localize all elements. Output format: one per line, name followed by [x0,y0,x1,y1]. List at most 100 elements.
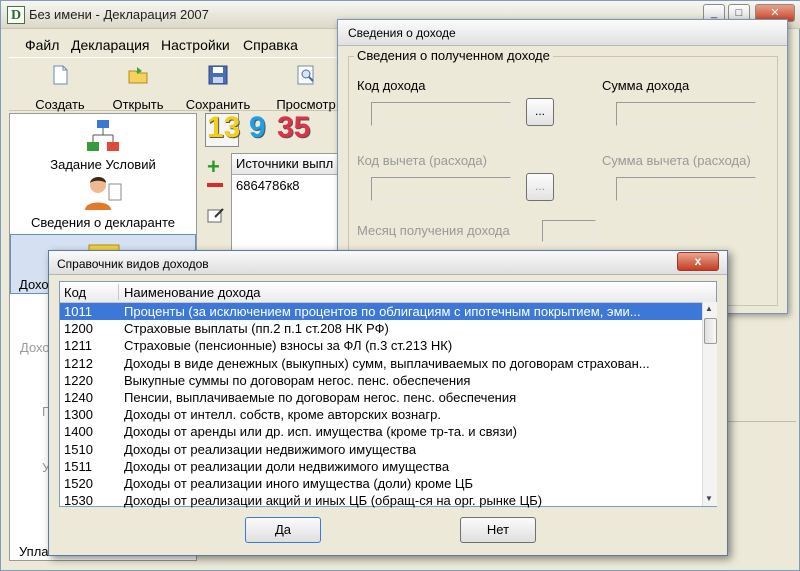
list-item[interactable]: 1530 Доходы от реализации акций и иных ЦБ… [60,492,702,509]
payment-label: Упла [19,544,49,559]
conditions-tree-icon [87,120,119,151]
person-icon [85,177,122,210]
new-document-icon [53,65,68,85]
list-item[interactable]: 1240 Пенсии, выплачиваемые по договорам н… [60,389,702,406]
close-icon[interactable]: x [677,252,719,271]
add-icon[interactable]: + [207,156,220,178]
nav-item-declarant[interactable]: Сведения о декларанте [10,174,196,230]
income-sum-label: Сумма дохода [602,78,690,93]
no-button[interactable]: Нет [460,517,536,543]
income-types-list: Код Наименование дохода 1011 Проценты (за… [59,281,717,509]
income-name: Проценты (за исключением процентов по об… [124,304,641,319]
sources-grid: Источники выпл 6864786к8 [231,153,349,253]
scroll-up-icon[interactable]: ▲ [705,304,713,313]
income-code-browse-button[interactable]: ... [526,98,554,126]
income-code: 1011 [64,304,92,319]
nav-item-conditions[interactable]: Задание Условий [10,118,196,172]
income-group-title: Сведения о полученном доходе [354,48,553,63]
nav-label-declarant: Сведения о декларанте [31,215,175,230]
income-name: Страховые (пенсионные) взносы за ФЛ (п.3… [124,338,453,354]
income-code: 1212 [64,355,93,371]
remove-icon[interactable] [207,183,223,187]
floppy-disk-icon [208,65,228,85]
month-label: Месяц получения дохода [357,223,510,238]
col-code-header[interactable]: Код [64,285,86,300]
rate-35[interactable]: 35 [277,111,310,145]
app-icon: D [7,6,25,24]
deduction-sum-field[interactable] [616,177,756,201]
list-scrollbar[interactable]: ▲ ▼ [702,302,717,506]
grid-actions: + [205,156,227,247]
list-item[interactable]: 1520 Доходы от реализации иного имущества… [60,475,702,492]
list-item[interactable]: 1220 Выкупные суммы по договорам негос. п… [60,372,702,389]
sources-cell[interactable]: 6864786к8 [236,178,300,193]
month-field[interactable] [542,220,596,242]
income-name: Пенсии, выплачиваемые по договорам негос… [124,390,517,405]
nav-label-income: Дохо [19,277,49,292]
rate-9[interactable]: 9 [249,111,266,145]
list-item[interactable]: 1200 Страховые выплаты (пп.2 п.1 ст.208 Н… [60,320,702,337]
open-label: Открыть [112,97,164,112]
edit-icon[interactable] [207,207,225,223]
preview-icon [297,65,314,85]
income-code: 1520 [64,476,93,491]
menu-settings[interactable]: Настройки [161,37,230,53]
income-name: Доходы от реализации доли недвижимого им… [124,458,450,474]
income-code-field[interactable] [371,102,511,126]
list-item[interactable]: 1511 Доходы от реализации доли недвижимог… [60,458,702,475]
income-dialog-title: Сведения о доходе [348,26,456,40]
toolbar: Создать Открыть Сохранить Просмотр [9,57,344,112]
income-code-label: Код дохода [357,78,426,93]
yes-button[interactable]: Да [245,517,321,543]
save-button[interactable]: Сохранить [183,64,253,112]
save-label: Сохранить [185,97,251,112]
list-item[interactable]: 1300 Доходы от интелл. собств, кроме авто… [60,406,702,423]
list-header: Код Наименование дохода [60,282,716,303]
nav-fragment-income: Дохо [20,340,50,355]
window-title: Без имени - Декларация 2007 [29,7,209,22]
list-item[interactable]: 1510 Доходы от реализации недвижимого иму… [60,441,702,458]
deduction-code-field[interactable] [371,177,511,201]
list-item[interactable]: 1211 Страховые (пенсионные) взносы за ФЛ … [60,337,702,354]
deduction-code-label: Код вычета (расхода) [357,153,487,168]
col-name-header[interactable]: Наименование дохода [124,285,261,300]
list-item[interactable]: 1011 Проценты (за исключением процентов п… [60,303,702,320]
ref-dialog-titlebar: Справочник видов доходов x [49,251,727,275]
preview-label: Просмотр [276,97,336,112]
create-button[interactable]: Создать [25,64,95,112]
income-name: Доходы от реализации иного имущества (до… [124,476,474,491]
income-code: 1400 [64,424,93,440]
scroll-down-icon[interactable]: ▼ [705,494,713,503]
open-folder-icon [128,67,148,84]
income-name: Доходы от интелл. собств, кроме авторски… [124,407,441,423]
tax-rate-tabs: 13 9 35 [201,111,341,149]
income-code: 1220 [64,372,93,388]
income-sum-field[interactable] [616,102,756,126]
menu-file[interactable]: Файл [25,37,59,53]
preview-button[interactable]: Просмотр [271,64,341,112]
income-name: Выкупные суммы по договорам негос. пенс.… [124,372,471,388]
rate-13: 13 [207,111,241,144]
menu-help[interactable]: Справка [243,37,298,53]
deduction-browse-button[interactable]: ... [526,173,554,201]
income-code: 1200 [64,321,93,337]
income-name: Доходы от реализации недвижимого имущест… [124,441,417,457]
income-code: 1211 [64,338,92,354]
income-code: 1511 [64,458,92,474]
nav-label-conditions: Задание Условий [50,157,156,172]
open-button[interactable]: Открыть [103,64,173,112]
column-separator [118,284,119,300]
scroll-thumb[interactable] [704,318,717,344]
list-item[interactable]: 1400 Доходы от аренды или др. исп. имущес… [60,423,702,440]
ref-dialog-title: Справочник видов доходов [57,257,209,271]
income-code: 1240 [64,390,93,405]
list-item[interactable]: 1212 Доходы в виде денежных (выкупных) су… [60,355,702,372]
deduction-sum-label: Сумма вычета (расхода) [602,153,751,168]
income-code: 1300 [64,407,93,423]
menu-declaration[interactable]: Декларация [71,37,150,53]
sources-header: Источники выпл [232,154,349,175]
income-code: 1530 [64,493,93,509]
income-code: 1510 [64,441,93,457]
income-name: Доходы в виде денежных (выкупных) сумм, … [124,355,650,371]
create-label: Создать [35,97,85,112]
